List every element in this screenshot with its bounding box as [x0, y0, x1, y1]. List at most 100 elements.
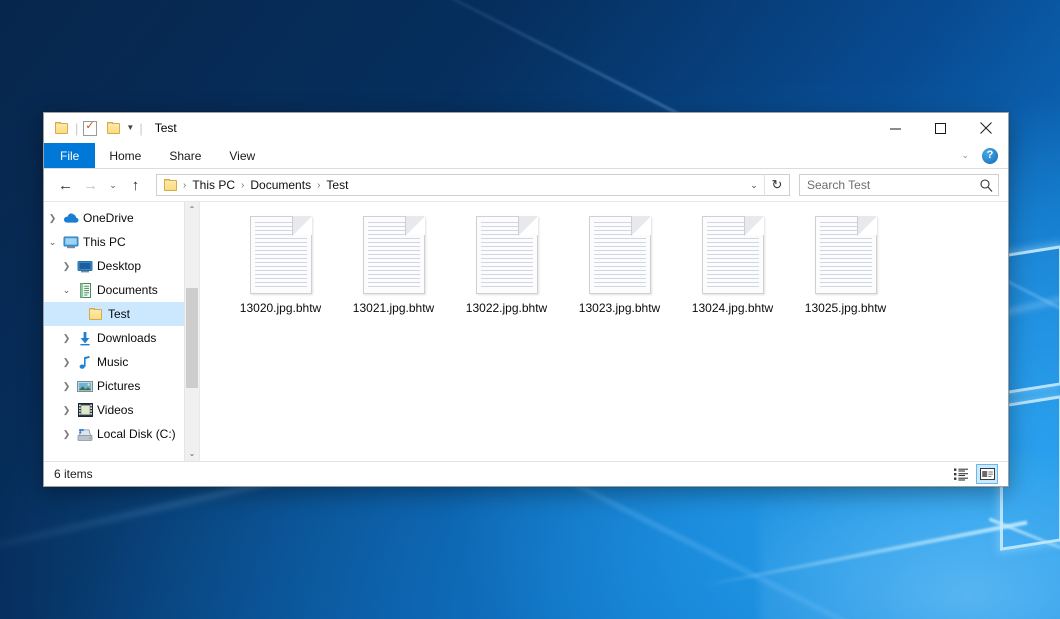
minimize-button[interactable] — [873, 113, 918, 143]
up-button[interactable]: ↑ — [123, 173, 148, 197]
sidebar-item-onedrive[interactable]: ❯ OneDrive — [44, 206, 199, 230]
tab-home[interactable]: Home — [95, 143, 155, 168]
navigation-pane: ❯ OneDrive ⌄ — [44, 202, 200, 461]
sidebar-item-desktop[interactable]: ❯ Desktop — [44, 254, 199, 278]
document-fold — [519, 216, 538, 235]
breadcrumb-test[interactable]: Test — [322, 178, 352, 192]
sidebar-item-pictures[interactable]: ❯ Pictures — [44, 374, 199, 398]
downloads-icon — [75, 331, 95, 346]
sidebar-item-label: Music — [95, 355, 128, 369]
folder-icon[interactable] — [55, 122, 70, 135]
help-icon[interactable]: ? — [982, 148, 998, 164]
properties-checkbox-icon[interactable] — [83, 121, 97, 136]
breadcrumb-this-pc[interactable]: This PC — [188, 178, 239, 192]
sidebar-item-downloads[interactable]: ❯ Downloads — [44, 326, 199, 350]
close-button[interactable] — [963, 113, 1008, 143]
file-list-view[interactable]: 13020.jpg.bhtw 13021.jpg.bhtw — [200, 202, 1008, 461]
ribbon-tab-strip: File Home Share View ⌄ ? — [44, 143, 1008, 169]
chevron-right-icon[interactable]: ❯ — [58, 430, 75, 439]
generic-document-icon — [815, 216, 877, 294]
sidebar-item-label: Documents — [95, 283, 158, 297]
tab-view[interactable]: View — [215, 143, 269, 168]
sidebar-item-test[interactable]: Test — [44, 302, 199, 326]
breadcrumb-separator[interactable]: › — [315, 180, 322, 191]
tab-share[interactable]: Share — [155, 143, 215, 168]
sidebar-item-label: Videos — [95, 403, 133, 417]
chevron-right-icon[interactable]: ❯ — [58, 262, 75, 271]
scroll-down-arrow-icon[interactable]: ⌄ — [185, 446, 199, 461]
navigation-bar: ← → ⌄ ↑ › This PC › Documents › Test ⌄ ↻… — [44, 169, 1008, 201]
list-item[interactable]: 13024.jpg.bhtw — [676, 212, 789, 330]
list-item[interactable]: 13020.jpg.bhtw — [224, 212, 337, 330]
generic-document-icon — [476, 216, 538, 294]
maximize-button[interactable] — [918, 113, 963, 143]
tab-file[interactable]: File — [44, 143, 95, 168]
generic-document-icon — [363, 216, 425, 294]
sidebar-item-videos[interactable]: ❯ — [44, 398, 199, 422]
folder-glyph — [89, 308, 104, 321]
list-item[interactable]: 13022.jpg.bhtw — [450, 212, 563, 330]
search-box[interactable]: Search Test — [799, 174, 999, 196]
ribbon-right-controls: ⌄ ? — [956, 143, 1004, 168]
refresh-icon[interactable]: ↻ — [764, 174, 789, 196]
chevron-down-icon[interactable]: ▼ — [126, 124, 134, 132]
chevron-down-icon[interactable]: ⌄ — [44, 238, 61, 247]
list-item[interactable]: 13021.jpg.bhtw — [337, 212, 450, 330]
folder-tree: ❯ OneDrive ⌄ — [44, 202, 199, 446]
large-icons-view-icon — [980, 468, 995, 480]
address-bar[interactable]: › This PC › Documents › Test ⌄ ↻ — [156, 174, 790, 196]
sidebar-item-label: OneDrive — [81, 211, 134, 225]
list-item[interactable]: 13023.jpg.bhtw — [563, 212, 676, 330]
sidebar-item-music[interactable]: ❯ Music — [44, 350, 199, 374]
document-fold — [858, 216, 877, 235]
chevron-right-icon[interactable]: ❯ — [58, 358, 75, 367]
documents-icon — [75, 283, 95, 298]
generic-document-icon — [589, 216, 651, 294]
sidebar-item-label: Pictures — [95, 379, 140, 393]
pictures-icon — [75, 380, 95, 393]
breadcrumb-documents[interactable]: Documents — [246, 178, 315, 192]
chevron-right-icon[interactable]: ❯ — [44, 214, 61, 223]
document-fold — [406, 216, 425, 235]
search-input[interactable]: Search Test — [800, 178, 974, 192]
scroll-up-arrow-icon[interactable]: ⌃ — [185, 202, 199, 217]
chevron-down-icon[interactable]: ⌄ — [956, 150, 974, 161]
document-fold — [293, 216, 312, 235]
window-controls — [873, 113, 1008, 143]
list-item[interactable]: 13025.jpg.bhtw — [789, 212, 902, 330]
file-name: 13025.jpg.bhtw — [805, 301, 886, 315]
breadcrumb: › This PC › Documents › Test — [157, 178, 744, 192]
back-button[interactable]: ← — [53, 173, 78, 197]
new-folder-icon[interactable] — [107, 122, 122, 135]
document-fold — [745, 216, 764, 235]
sidebar-item-this-pc[interactable]: ⌄ This PC — [44, 230, 199, 254]
search-icon[interactable] — [974, 179, 998, 192]
file-grid: 13020.jpg.bhtw 13021.jpg.bhtw — [200, 212, 1008, 330]
file-name: 13022.jpg.bhtw — [466, 301, 547, 315]
chevron-right-icon[interactable]: ❯ — [58, 382, 75, 391]
sidebar-item-local-disk-c[interactable]: ❯ Local Disk (C: — [44, 422, 199, 446]
address-dropdown-icon[interactable]: ⌄ — [744, 180, 764, 191]
forward-button[interactable]: → — [78, 173, 103, 197]
large-icons-view-button[interactable] — [976, 464, 998, 484]
videos-icon — [75, 403, 95, 417]
status-bar: 6 items — [44, 461, 1008, 486]
music-icon — [75, 355, 95, 370]
sidebar-item-label: Local Disk (C:) — [95, 427, 176, 441]
toolbar-divider: | — [75, 122, 78, 135]
folder-icon — [86, 308, 106, 321]
chevron-down-icon[interactable]: ⌄ — [58, 286, 75, 295]
sidebar-item-documents[interactable]: ⌄ — [44, 278, 199, 302]
sidebar-item-label: This PC — [81, 235, 126, 249]
recent-locations-button[interactable]: ⌄ — [103, 173, 123, 197]
quick-access-toolbar: | ▼ | Test — [44, 121, 177, 136]
navigation-pane-scrollbar[interactable]: ⌃ ⌄ — [184, 202, 199, 461]
minimize-icon — [890, 123, 901, 134]
breadcrumb-separator[interactable]: › — [239, 180, 246, 191]
view-toggle-group — [950, 464, 998, 484]
maximize-icon — [935, 123, 946, 134]
details-view-button[interactable] — [950, 464, 972, 484]
chevron-right-icon[interactable]: ❯ — [58, 406, 75, 415]
chevron-right-icon[interactable]: ❯ — [58, 334, 75, 343]
scrollbar-thumb[interactable] — [186, 288, 198, 388]
